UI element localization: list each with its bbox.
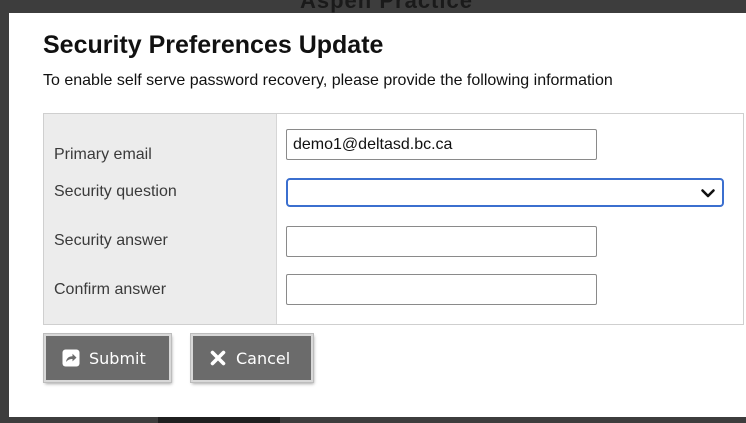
x-icon [210,350,226,366]
cancel-button[interactable]: Cancel [191,334,313,382]
share-arrow-icon [62,349,80,367]
security-question-select[interactable] [286,178,724,207]
chevron-down-icon [701,189,715,198]
submit-button[interactable]: Submit [44,334,171,382]
confirm-answer-label: Confirm answer [54,281,167,298]
submit-button-label: Submit [89,348,146,368]
security-form: Primary email Security question Security… [43,113,744,325]
security-answer-label: Security answer [54,232,168,249]
primary-email-input[interactable] [286,129,597,160]
primary-email-label: Primary email [54,146,152,163]
security-question-label: Security question [54,183,177,200]
dialog-title: Security Preferences Update [43,31,384,59]
cancel-button-label: Cancel [236,348,291,368]
security-answer-input[interactable] [286,226,597,257]
security-preferences-dialog: Security Preferences Update To enable se… [9,13,746,417]
dialog-description: To enable self serve password recovery, … [43,72,613,89]
background-page-title: Aspen Practice [300,0,473,13]
confirm-answer-input[interactable] [286,274,597,305]
